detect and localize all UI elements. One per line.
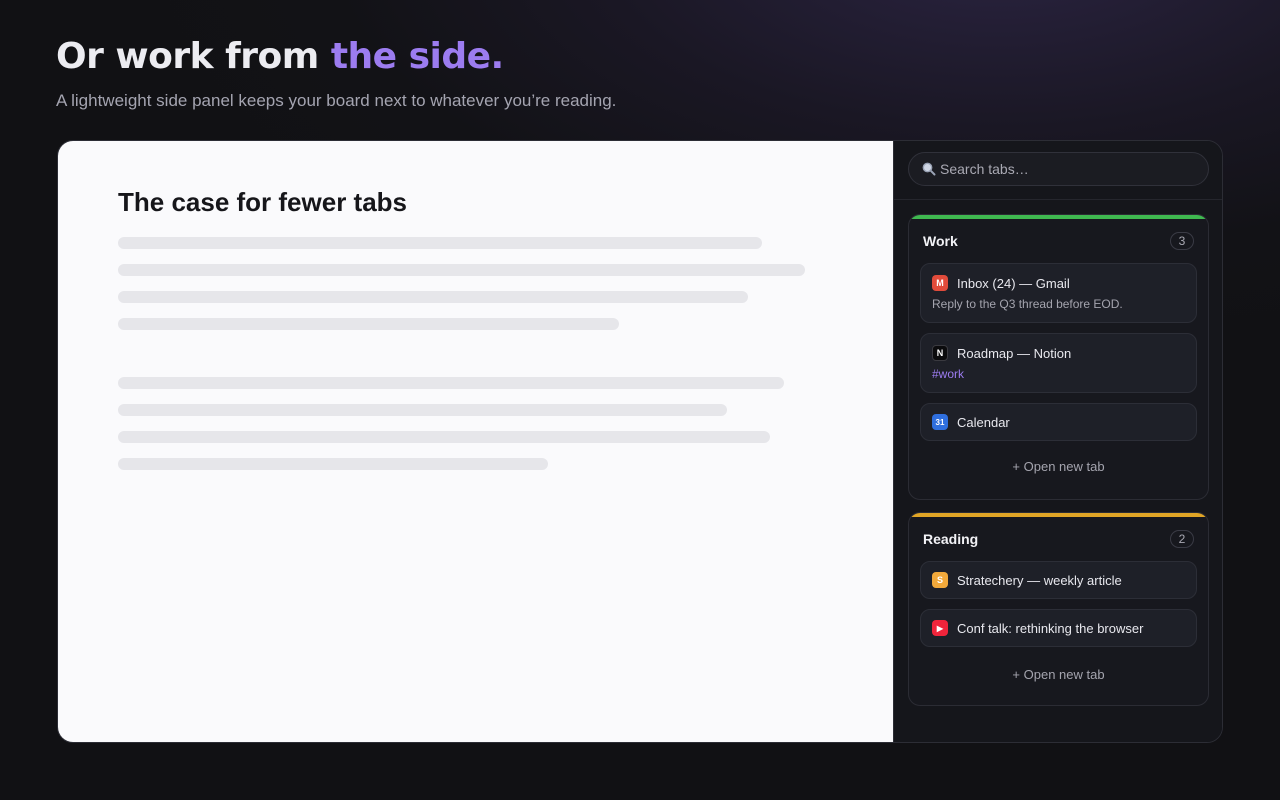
tab-title: Conf talk: rethinking the browser [957, 620, 1144, 636]
text-placeholder-line [118, 291, 748, 303]
group-work: Work 3 M Inbox (24) — Gmail Reply to the… [908, 214, 1209, 500]
group-header: Reading 2 [909, 517, 1208, 561]
text-placeholder-line [118, 458, 548, 470]
group-count-badge: 3 [1170, 232, 1194, 250]
search-box[interactable] [908, 152, 1209, 186]
notion-icon: N [932, 345, 948, 361]
tab-title: Inbox (24) — Gmail [957, 275, 1070, 291]
panel-header [894, 141, 1222, 200]
open-new-tab-button[interactable]: + Open new tab [909, 665, 1208, 683]
tab-card-conf-talk[interactable]: ▶ Conf talk: rethinking the browser [920, 609, 1197, 647]
document-title: The case for fewer tabs [118, 187, 407, 217]
open-new-tab-button[interactable]: + Open new tab [909, 457, 1208, 475]
tab-card-notion[interactable]: N Roadmap — Notion #work [920, 333, 1197, 393]
text-placeholder-line [118, 431, 770, 443]
group-reading: Reading 2 S Stratechery — weekly article… [908, 512, 1209, 706]
tab-title: Stratechery — weekly article [957, 572, 1122, 588]
group-header: Work 3 [909, 219, 1208, 263]
youtube-icon: ▶ [932, 620, 948, 636]
search-input[interactable] [940, 161, 1190, 177]
side-panel: Work 3 M Inbox (24) — Gmail Reply to the… [893, 141, 1222, 742]
tab-card-calendar[interactable]: 31 Calendar [920, 403, 1197, 441]
text-placeholder-line [118, 318, 619, 330]
text-placeholder-line [118, 377, 784, 389]
tab-card-gmail[interactable]: M Inbox (24) — Gmail Reply to the Q3 thr… [920, 263, 1197, 323]
text-placeholder-line [118, 404, 727, 416]
tab-tag[interactable]: #work [932, 367, 1185, 381]
group-title: Work [923, 233, 958, 249]
group-count-badge: 2 [1170, 530, 1194, 548]
stratechery-icon: S [932, 572, 948, 588]
tab-title: Roadmap — Notion [957, 345, 1072, 361]
text-placeholder-line [118, 264, 805, 276]
text-placeholder-line [118, 237, 762, 249]
headline-accent: the side. [330, 36, 504, 77]
calendar-icon: 31 [932, 414, 948, 430]
group-title: Reading [923, 531, 979, 547]
tab-note: Reply to the Q3 thread before EOD. [932, 297, 1123, 311]
document-pane: The case for fewer tabs [58, 141, 893, 742]
tab-card-stratechery[interactable]: S Stratechery — weekly article [920, 561, 1197, 599]
search-icon [921, 161, 937, 177]
tab-title: Calendar [957, 414, 1010, 430]
headline: Or work from the side. [56, 36, 504, 77]
headline-prefix: Or work from [56, 36, 331, 77]
browser-mockup: The case for fewer tabs Search tabs… Wor… [57, 140, 1223, 743]
subtitle: A lightweight side panel keeps your boar… [56, 91, 617, 110]
gmail-icon: M [932, 275, 948, 291]
